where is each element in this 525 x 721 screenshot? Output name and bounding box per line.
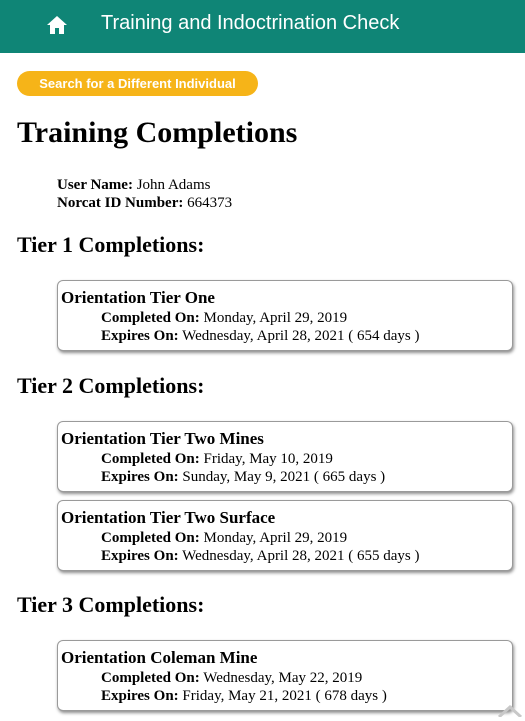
search-different-individual-button[interactable]: Search for a Different Individual bbox=[17, 71, 258, 96]
course-title: Orientation Tier Two Mines bbox=[61, 429, 264, 449]
completed-on-value: Monday, April 29, 2019 bbox=[204, 530, 348, 546]
expires-on-value: Sunday, May 9, 2021 ( 665 days ) bbox=[182, 469, 385, 485]
expires-on-label: Expires On: bbox=[101, 469, 179, 485]
completed-on-label: Completed On: bbox=[101, 670, 200, 686]
expires-on-label: Expires On: bbox=[101, 548, 179, 564]
completed-on-label: Completed On: bbox=[101, 310, 200, 326]
norcat-id-row: Norcat ID Number: 664373 bbox=[57, 194, 232, 212]
user-name-label: User Name: bbox=[57, 177, 133, 193]
app-title: Training and Indoctrination Check bbox=[101, 12, 399, 35]
completed-on-value: Wednesday, May 22, 2019 bbox=[203, 670, 362, 686]
completed-on-value: Monday, April 29, 2019 bbox=[204, 310, 348, 326]
expires-on-value: Wednesday, April 28, 2021 ( 655 days ) bbox=[182, 548, 419, 564]
course-title: Orientation Tier Two Surface bbox=[61, 508, 275, 528]
tier-1-heading: Tier 1 Completions: bbox=[17, 232, 204, 258]
norcat-id-label: Norcat ID Number: bbox=[57, 195, 183, 211]
completed-on-label: Completed On: bbox=[101, 530, 200, 546]
course-title: Orientation Coleman Mine bbox=[61, 648, 257, 668]
course-title: Orientation Tier One bbox=[61, 288, 215, 308]
course-card[interactable]: Orientation Tier Two Mines Completed On:… bbox=[57, 421, 513, 492]
expires-on-row: Expires On: Wednesday, April 28, 2021 ( … bbox=[101, 328, 420, 345]
expires-on-label: Expires On: bbox=[101, 688, 179, 704]
completed-on-label: Completed On: bbox=[101, 451, 200, 467]
user-name-row: User Name: John Adams bbox=[57, 176, 232, 194]
completed-on-row: Completed On: Monday, April 29, 2019 bbox=[101, 310, 347, 327]
user-name-value: John Adams bbox=[137, 177, 211, 193]
expires-on-value: Friday, May 21, 2021 ( 678 days ) bbox=[182, 688, 386, 704]
expires-on-row: Expires On: Wednesday, April 28, 2021 ( … bbox=[101, 548, 420, 565]
course-card[interactable]: Orientation Tier Two Surface Completed O… bbox=[57, 500, 513, 571]
completed-on-row: Completed On: Wednesday, May 22, 2019 bbox=[101, 670, 362, 687]
tier-3-heading: Tier 3 Completions: bbox=[17, 592, 204, 618]
user-info: User Name: John Adams Norcat ID Number: … bbox=[57, 176, 232, 212]
completed-on-row: Completed On: Monday, April 29, 2019 bbox=[101, 530, 347, 547]
expires-on-row: Expires On: Sunday, May 9, 2021 ( 665 da… bbox=[101, 469, 385, 486]
completed-on-row: Completed On: Friday, May 10, 2019 bbox=[101, 451, 333, 468]
norcat-id-value: 664373 bbox=[187, 195, 232, 211]
expires-on-value: Wednesday, April 28, 2021 ( 654 days ) bbox=[182, 328, 419, 344]
scroll-up-chevron-icon[interactable] bbox=[497, 702, 523, 716]
completed-on-value: Friday, May 10, 2019 bbox=[204, 451, 333, 467]
page-title: Training Completions bbox=[17, 116, 297, 150]
tier-2-heading: Tier 2 Completions: bbox=[17, 373, 204, 399]
home-icon[interactable] bbox=[47, 16, 67, 34]
expires-on-label: Expires On: bbox=[101, 328, 179, 344]
course-card[interactable]: Orientation Coleman Mine Completed On: W… bbox=[57, 640, 513, 711]
course-card[interactable]: Orientation Tier One Completed On: Monda… bbox=[57, 280, 513, 351]
expires-on-row: Expires On: Friday, May 21, 2021 ( 678 d… bbox=[101, 688, 387, 705]
top-app-bar: Training and Indoctrination Check bbox=[0, 0, 525, 53]
